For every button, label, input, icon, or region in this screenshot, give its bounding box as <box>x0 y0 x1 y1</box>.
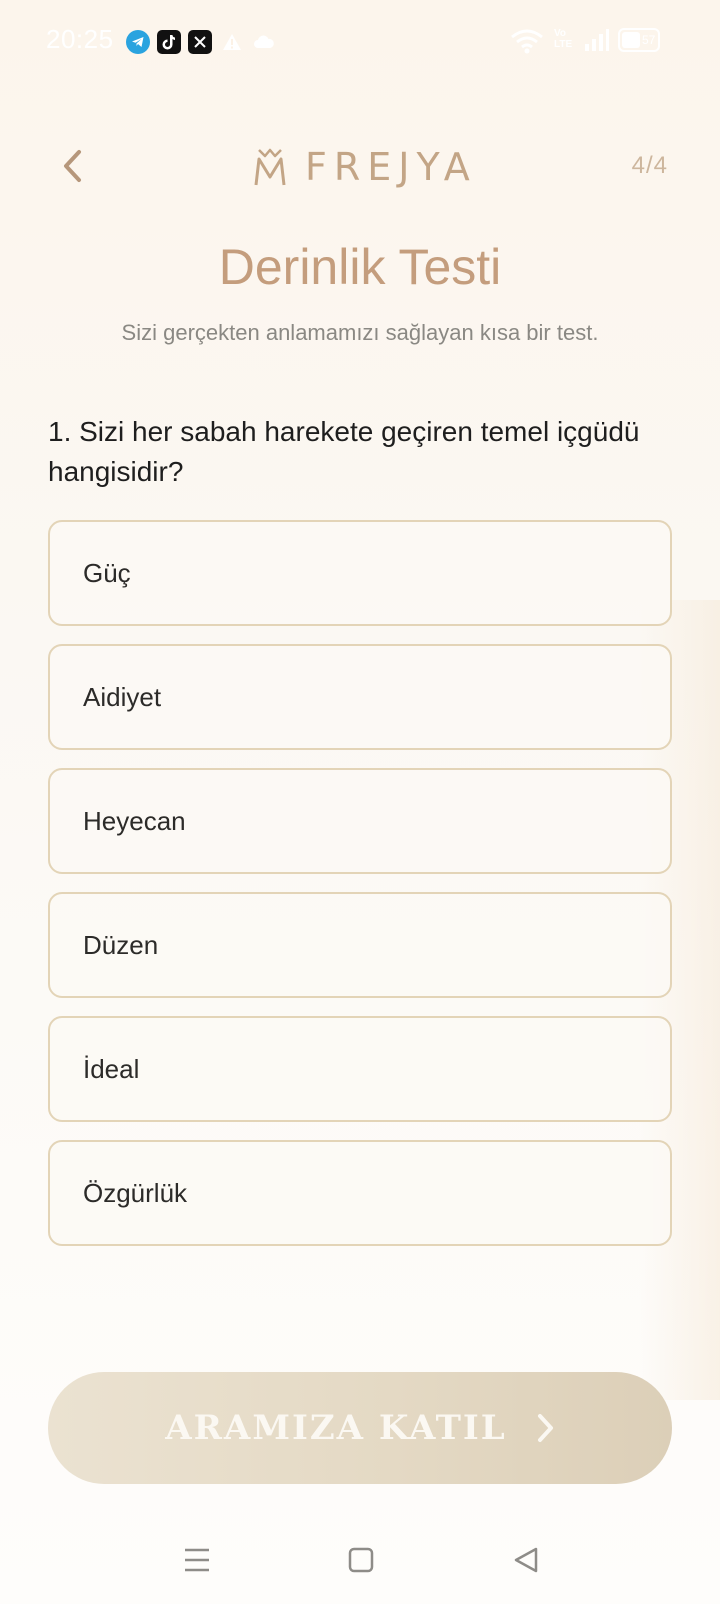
chevron-left-icon <box>64 150 81 182</box>
header: FREJYA 4/4 <box>0 138 720 198</box>
page-subtitle: Sizi gerçekten anlamamızı sağlayan kısa … <box>121 320 599 345</box>
battery-level: 57 <box>642 33 656 47</box>
step-counter: 4/4 <box>631 152 668 179</box>
status-time: 20:25 <box>46 24 114 54</box>
tiktok-icon <box>157 30 181 54</box>
brand-name: FREJYA <box>305 145 477 189</box>
volte-label: Vo LTE <box>554 28 573 50</box>
home-square-icon <box>348 1547 374 1573</box>
battery-indicator: 57 <box>618 28 660 52</box>
alert-icon <box>220 30 244 54</box>
back-triangle-icon <box>514 1547 538 1573</box>
option-label: Özgürlük <box>83 1177 188 1208</box>
option-heyecan[interactable]: Heyecan <box>48 768 672 874</box>
option-label: Aidiyet <box>83 681 162 712</box>
page-title: Derinlik Testi <box>218 239 502 295</box>
system-nav-bar <box>0 1530 720 1590</box>
option-label: Düzen <box>83 929 159 960</box>
back-nav-button[interactable] <box>496 1530 556 1590</box>
telegram-icon <box>126 30 150 54</box>
wifi-icon <box>510 28 544 59</box>
home-nav-button[interactable] <box>331 1530 391 1590</box>
question-text: 1. Sizi her sabah harekete geçiren temel… <box>48 416 640 487</box>
join-button[interactable]: ARAMIZA KATIL <box>48 1372 672 1484</box>
option-aidiyet[interactable]: Aidiyet <box>48 644 672 750</box>
brand-logo: FREJYA <box>253 144 477 190</box>
menu-nav-button[interactable] <box>167 1530 227 1590</box>
option-ozgurluk[interactable]: Özgürlük <box>48 1140 672 1246</box>
x-icon <box>188 30 212 54</box>
option-duzen[interactable]: Düzen <box>48 892 672 998</box>
option-label: Heyecan <box>83 805 186 836</box>
cloud-icon <box>252 30 276 54</box>
menu-icon <box>185 1548 209 1572</box>
option-guc[interactable]: Güç <box>48 520 672 626</box>
status-bar: 20:25 Vo LTE 57 <box>0 0 720 84</box>
option-label: İdeal <box>83 1053 140 1084</box>
crown-m-icon <box>254 148 286 186</box>
join-button-label: ARAMIZA KATIL <box>165 1408 507 1448</box>
answer-options: Güç Aidiyet Heyecan Düzen İdeal Özgürlük <box>48 520 672 1264</box>
back-button[interactable] <box>50 144 94 188</box>
option-label: Güç <box>83 557 131 588</box>
option-ideal[interactable]: İdeal <box>48 1016 672 1122</box>
chevron-right-icon <box>537 1413 555 1443</box>
signal-icon <box>584 28 610 57</box>
battery-fill <box>622 32 640 48</box>
